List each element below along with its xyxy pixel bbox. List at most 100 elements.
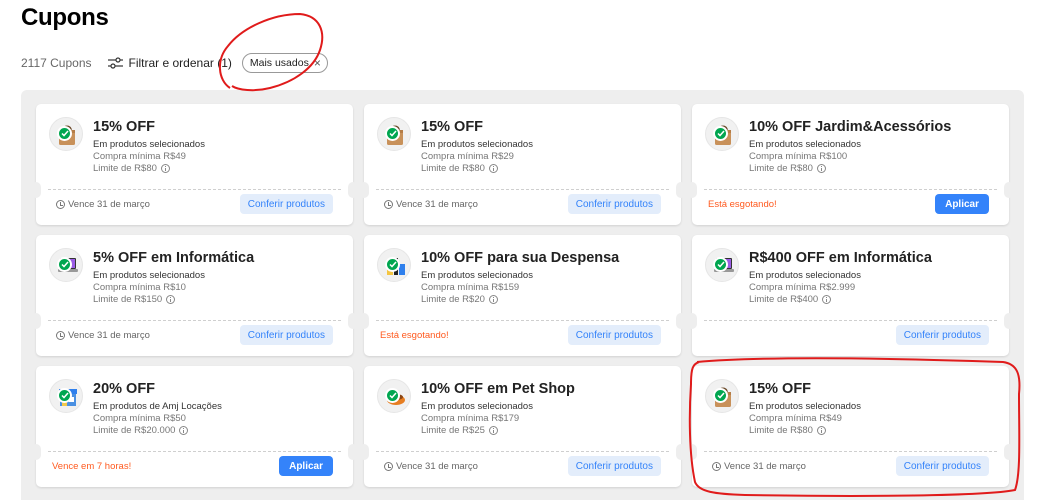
coupon-limit: Limite de R$20.000 [93,425,189,436]
card-notch [687,444,697,460]
check-icon [713,388,728,403]
clock-icon [56,331,65,340]
coupon-title: R$400 OFF em Informática [749,250,932,266]
card-notch [687,313,697,329]
coupon-card[interactable]: 10% OFF em Pet Shop Em produtos seleciona… [359,366,686,487]
card-notch [687,182,697,198]
filter-chip-mais-usados[interactable]: Mais usados × [241,53,328,73]
coupon-expiry: Vence em 7 horas! [52,461,131,472]
info-icon[interactable] [160,164,170,173]
coupon-title: 15% OFF [93,119,156,135]
view-products-button[interactable]: Conferir produtos [895,456,989,476]
coupon-subtitle: Em produtos selecionados [421,401,533,412]
coupon-limit: Limite de R$80 [421,163,498,174]
info-icon[interactable] [488,164,498,173]
card-notch [1004,444,1014,460]
clock-icon [384,462,393,471]
coupon-expiry-text: Vence 31 de março [396,461,478,472]
info-icon[interactable] [816,164,826,173]
coupon-card[interactable]: 15% OFF Em produtos selecionados Compra mí… [687,366,1014,487]
card-divider [704,189,997,190]
filter-sort-button[interactable]: Filtrar e ordenar (1) [107,56,232,70]
close-icon[interactable]: × [314,57,321,69]
coupon-min-purchase: Compra mínima R$49 [93,151,186,162]
card-divider [48,189,341,190]
coupon-count: 2117 Cupons [21,56,92,70]
card-divider [48,451,341,452]
coupon-limit: Limite de R$400 [749,294,832,305]
coupon-subtitle: Em produtos selecionados [421,139,533,150]
card-divider [704,451,997,452]
apply-button[interactable]: Aplicar [935,194,989,214]
annotation-circle-chip [219,12,324,92]
coupon-subtitle: Em produtos selecionados [749,401,861,412]
coupon-expiry-text: Vence 31 de março [396,199,478,210]
coupon-expiry: Está esgotando! [708,199,777,210]
coupon-min-purchase: Compra mínima R$2.999 [749,282,856,293]
card-notch [348,444,358,460]
check-icon [713,257,728,272]
filter-sort-label: Filtrar e ordenar (1) [128,56,232,70]
coupon-limit-text: Limite de R$80 [749,163,813,174]
coupon-title: 10% OFF em Pet Shop [421,381,575,397]
toolbar: 2117 Cupons Filtrar e ordenar (1) Mais u… [21,52,328,74]
info-icon[interactable] [166,295,176,304]
coupon-expiry-text: Está esgotando! [708,199,777,210]
view-products-button[interactable]: Conferir produtos [239,194,333,214]
info-icon[interactable] [179,426,189,435]
coupon-card[interactable]: R$400 OFF em Informática Em produtos sele… [687,235,1014,356]
coupon-limit-text: Limite de R$150 [93,294,163,305]
coupon-card[interactable]: 10% OFF para sua Despensa Em produtos sel… [359,235,686,356]
coupon-limit-text: Limite de R$400 [749,294,819,305]
coupon-card[interactable]: 20% OFF Em produtos de Amj Locações Compra… [31,366,358,487]
info-icon[interactable] [488,295,498,304]
view-products-button[interactable]: Conferir produtos [567,456,661,476]
clock-icon [384,200,393,209]
coupon-min-purchase: Compra mínima R$100 [749,151,848,162]
view-products-button[interactable]: Conferir produtos [567,325,661,345]
coupon-subtitle: Em produtos selecionados [93,270,205,281]
coupon-subtitle: Em produtos selecionados [749,139,861,150]
coupon-title: 10% OFF para sua Despensa [421,250,620,266]
card-divider [376,451,669,452]
coupon-min-purchase: Compra mínima R$179 [421,413,520,424]
coupon-expiry-text: Vence 31 de março [68,330,150,341]
coupon-expiry-text: Está esgotando! [380,330,449,341]
card-notch [31,313,41,329]
card-notch [676,444,686,460]
coupon-limit-text: Limite de R$20 [421,294,485,305]
check-icon [57,126,72,141]
coupon-min-purchase: Compra mínima R$49 [749,413,842,424]
coupon-title: 5% OFF em Informática [93,250,255,266]
coupon-subtitle: Em produtos selecionados [421,270,533,281]
coupon-min-purchase: Compra mínima R$29 [421,151,514,162]
info-icon[interactable] [816,426,826,435]
coupon-expiry: Vence 31 de março [384,461,478,472]
clock-icon [712,462,721,471]
card-notch [31,182,41,198]
coupon-card[interactable]: 15% OFF Em produtos selecionados Compra mí… [31,104,358,225]
card-notch [676,182,686,198]
info-icon[interactable] [822,295,832,304]
card-notch [1004,182,1014,198]
coupon-card[interactable]: 5% OFF em Informática Em produtos selecio… [31,235,358,356]
view-products-button[interactable]: Conferir produtos [239,325,333,345]
coupon-card[interactable]: 15% OFF Em produtos selecionados Compra mí… [359,104,686,225]
card-divider [48,320,341,321]
coupon-subtitle: Em produtos de Amj Locações [93,401,222,412]
view-products-button[interactable]: Conferir produtos [567,194,661,214]
info-icon[interactable] [488,426,498,435]
coupon-limit-text: Limite de R$80 [93,163,157,174]
coupon-limit-text: Limite de R$25 [421,425,485,436]
apply-button[interactable]: Aplicar [279,456,333,476]
view-products-button[interactable]: Conferir produtos [895,325,989,345]
check-icon [57,388,72,403]
chip-label: Mais usados [249,57,309,69]
coupon-min-purchase: Compra mínima R$10 [93,282,186,293]
coupon-limit: Limite de R$80 [749,163,826,174]
coupon-limit: Limite de R$80 [93,163,170,174]
coupon-limit-text: Limite de R$80 [421,163,485,174]
check-icon [385,388,400,403]
card-notch [348,182,358,198]
coupon-card[interactable]: 10% OFF Jardim&Acessórios Em produtos sel… [687,104,1014,225]
